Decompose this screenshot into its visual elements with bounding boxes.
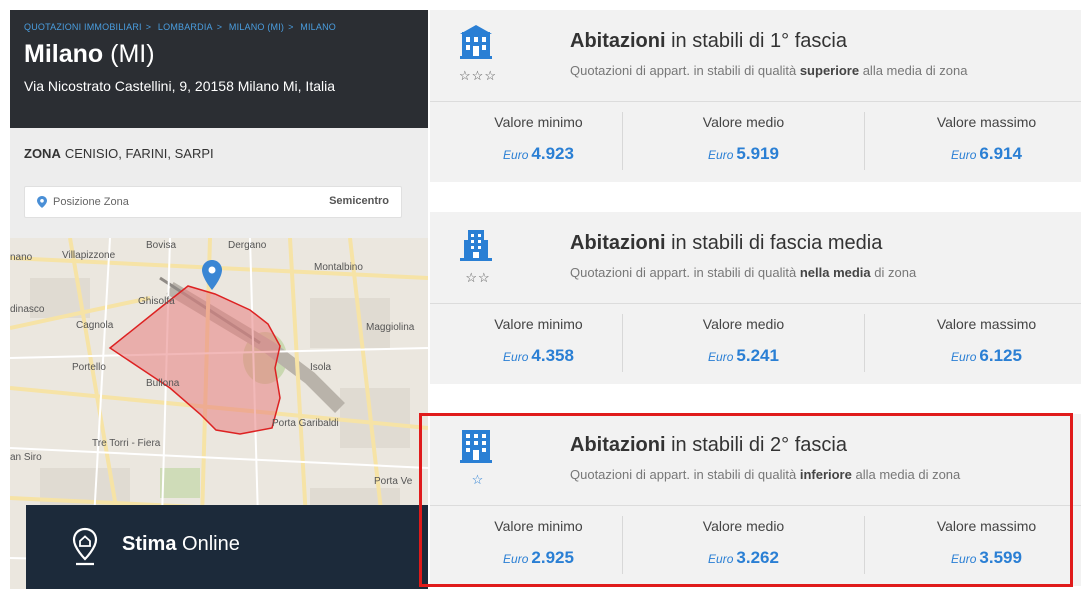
posizione-zona-value: Semicentro [329, 195, 389, 207]
zone-header: QUOTAZIONI IMMOBILIARI > LOMBARDIA > MILAN… [10, 10, 428, 128]
map-label-tre-torri: Tre Torri - Fiera [92, 438, 161, 449]
card-title: Abitazioni in stabili di 1° fascia [570, 30, 847, 52]
map-label-porta-garibaldi: Porta Garibaldi [272, 418, 339, 429]
stima-rest: Online [182, 533, 240, 555]
breadcrumb-item-milano[interactable]: MILANO [300, 22, 336, 32]
values-row: Valore minimo Euro 4.358 Valore medio Euro 5… [430, 304, 1081, 384]
map-label-bovisa: Bovisa [146, 240, 177, 251]
valore-medio: Valore medio Euro 5.241 [702, 316, 785, 365]
card-fascia-media: ☆☆ Abitazioni in stabili di fascia media… [430, 212, 1081, 384]
highlight-box [419, 413, 1073, 587]
quality-stars: ☆☆ [465, 270, 491, 285]
page-title: Milano (MI) [24, 40, 155, 69]
values-row: Valore minimo Euro 4.923 Valore medio Euro 5… [430, 102, 1081, 182]
zona-row: ZONA CENISIO, FARINI, SARPI [24, 146, 214, 161]
card-title: Abitazioni in stabili di fascia media [570, 232, 883, 254]
map-label-bullona: Bullona [146, 378, 180, 389]
breadcrumb-item-quotazioni[interactable]: QUOTAZIONI IMMOBILIARI [24, 22, 142, 32]
zone-panel: QUOTAZIONI IMMOBILIARI > LOMBARDIA > MILAN… [10, 10, 428, 589]
map-label-dinasco: dinasco [10, 304, 45, 315]
page: QUOTAZIONI IMMOBILIARI > LOMBARDIA > MILAN… [0, 0, 1081, 589]
stima-online-button[interactable]: Stima Online [26, 505, 428, 589]
valore-massimo: Valore massimo Euro 6.914 [936, 114, 1037, 163]
zona-value: CENISIO, FARINI, SARPI [64, 146, 214, 161]
map-label-maggiolina: Maggiolina [366, 322, 415, 333]
address: Via Nicostrato Castellini, 9, 20158 Mila… [24, 78, 336, 94]
city-province: (MI) [110, 40, 155, 68]
card-subtitle: Quotazioni di appart. in stabili di qual… [570, 265, 917, 280]
map-label-nano: nano [10, 252, 33, 263]
location-pin-icon [37, 196, 47, 208]
building-tower-icon [460, 230, 492, 261]
stima-bold: Stima [122, 533, 177, 555]
valore-massimo: Valore massimo Euro 6.125 [936, 316, 1037, 365]
valore-medio: Valore medio Euro 5.919 [702, 114, 785, 163]
city-name: Milano [24, 40, 104, 68]
map-label-villapizzone: Villapizzone [62, 250, 116, 261]
card-subtitle: Quotazioni di appart. in stabili di qual… [570, 63, 968, 78]
breadcrumb: QUOTAZIONI IMMOBILIARI > LOMBARDIA > MILAN… [24, 22, 336, 32]
posizione-zona-box: Posizione Zona Semicentro [24, 186, 402, 218]
posizione-zona-label: Posizione Zona [53, 196, 129, 208]
map-label-ghisolfa: Ghisolfa [138, 296, 175, 307]
map-label-portello: Portello [72, 362, 106, 373]
map-label-san-siro: an Siro [10, 452, 42, 463]
map-label-montalbino: Montalbino [314, 262, 363, 273]
map-label-isola: Isola [310, 362, 332, 373]
valore-minimo: Valore minimo Euro 4.358 [494, 316, 583, 365]
location-home-icon [72, 527, 98, 566]
map-label-cagnola: Cagnola [76, 320, 114, 331]
map-label-porta-ve: Porta Ve [374, 476, 413, 487]
map-label-dergano: Dergano [228, 240, 267, 251]
building-luxury-icon [460, 25, 492, 59]
breadcrumb-item-lombardia[interactable]: LOMBARDIA [158, 22, 213, 32]
breadcrumb-item-milano-mi[interactable]: MILANO (MI) [229, 22, 284, 32]
valore-minimo: Valore minimo Euro 4.923 [494, 114, 583, 163]
quality-stars: ☆☆☆ [459, 68, 497, 83]
zona-label: ZONA [24, 146, 61, 161]
card-fascia-1: ☆☆☆ Abitazioni in stabili di 1° fascia Q… [430, 10, 1081, 182]
